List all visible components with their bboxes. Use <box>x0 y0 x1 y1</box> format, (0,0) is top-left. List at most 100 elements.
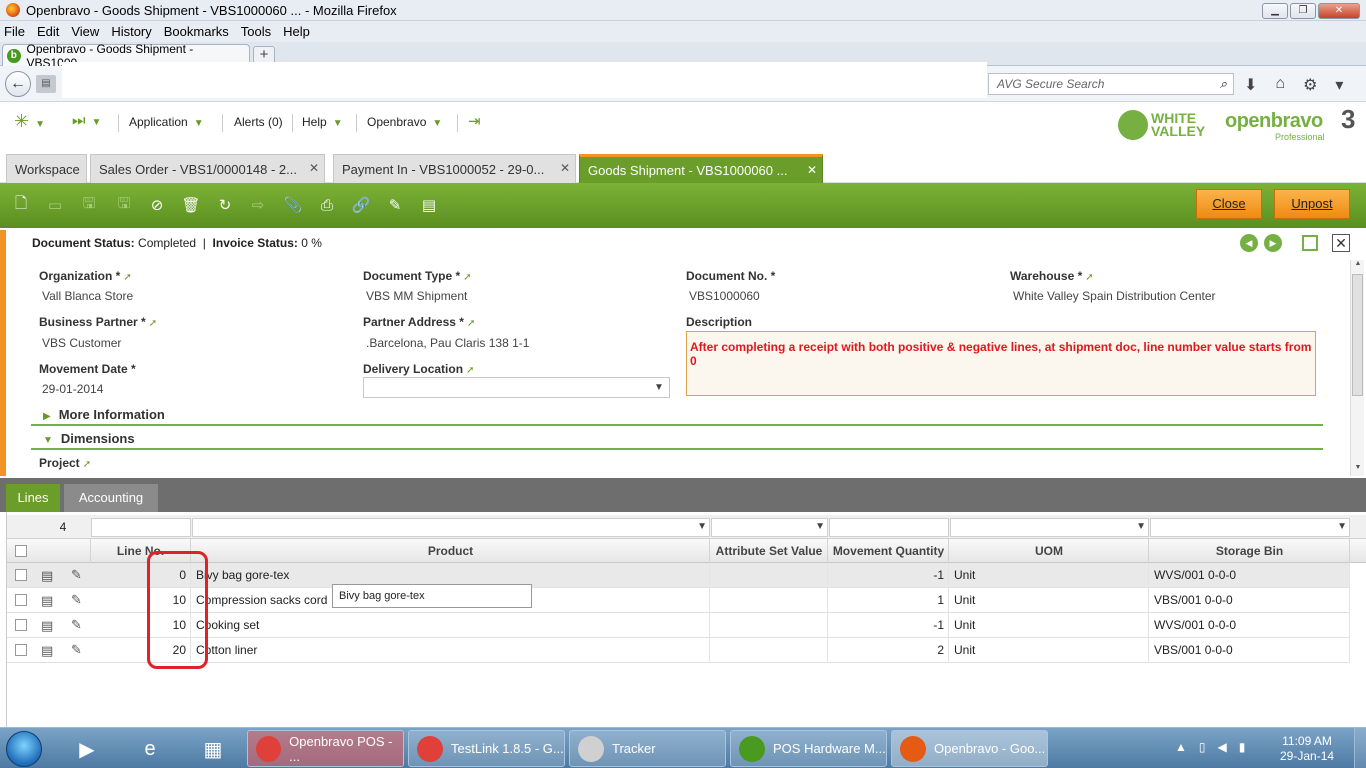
undo-icon[interactable]: ⊘ <box>145 193 169 217</box>
menu-view[interactable]: View <box>71 24 99 39</box>
filter-storage-bin[interactable]: ▼ <box>1150 518 1350 537</box>
table-row[interactable]: ▤ ✎ 10 Compression sacks cord 1 Unit VBS… <box>7 588 1350 613</box>
filter-product[interactable]: ▼ <box>192 518 710 537</box>
description-field[interactable]: After completing a receipt with both pos… <box>686 331 1316 396</box>
maximize-form-icon[interactable] <box>1302 235 1318 251</box>
menu-history[interactable]: History <box>111 24 151 39</box>
tab-goods-shipment[interactable]: Goods Shipment - VBS1000060 ... ✕ <box>579 154 823 183</box>
delete-icon[interactable]: 🗑 <box>179 193 203 217</box>
column-attribute-set-value[interactable]: Attribute Set Value <box>711 539 828 563</box>
home-icon[interactable]: ⌂ <box>1275 75 1285 95</box>
close-tab-icon[interactable]: ✕ <box>309 161 319 175</box>
back-arrow-icon[interactable]: ← <box>5 71 31 97</box>
menu-chevron-icon[interactable]: ▾ <box>1335 75 1343 95</box>
edit-pencil-icon[interactable]: ✎ <box>71 567 82 583</box>
logout-icon[interactable]: ⇥ <box>468 112 481 130</box>
taskbar-clock[interactable]: 11:09 AM 29-Jan-14 <box>1280 734 1334 764</box>
table-row[interactable]: ▤ ✎ 10 Cooking set -1 Unit WVS/001 0-0-0 <box>7 613 1350 638</box>
search-icon[interactable]: ⌕ <box>1220 76 1227 92</box>
movement-date-field[interactable]: 29-01-2014 <box>42 382 103 396</box>
form-view-icon[interactable]: ▤ <box>41 618 53 634</box>
organization-field[interactable]: Vall Blanca Store <box>42 289 133 303</box>
new-row-icon[interactable]: ▭ <box>43 193 67 217</box>
menu-bookmarks[interactable]: Bookmarks <box>164 24 229 39</box>
show-desktop-button[interactable] <box>1354 728 1366 768</box>
minimize-button[interactable]: ▁ <box>1262 3 1288 19</box>
filter-line-no[interactable] <box>91 518 191 537</box>
close-tab-icon[interactable]: ✕ <box>807 163 817 177</box>
column-movement-quantity[interactable]: Movement Quantity <box>829 539 949 563</box>
addon-icon[interactable]: ⚙ <box>1303 75 1317 95</box>
menu-file[interactable]: File <box>4 24 25 39</box>
form-view-icon[interactable]: ▤ <box>41 643 53 659</box>
refresh-icon[interactable]: ↻ <box>213 193 237 217</box>
recent-views-icon[interactable]: ⏭ ▼ <box>72 112 101 129</box>
warehouse-field[interactable]: White Valley Spain Distribution Center <box>1013 289 1216 303</box>
tray-expand-icon[interactable]: ▲ <box>1175 740 1187 754</box>
network-device-icon[interactable]: ▯ <box>1199 740 1206 754</box>
internet-explorer-icon[interactable]: e <box>125 732 175 766</box>
help-menu[interactable]: Help ▼ <box>302 115 343 129</box>
filter-uom[interactable]: ▼ <box>950 518 1149 537</box>
chevron-down-icon[interactable]: ▼ <box>651 380 667 395</box>
edit-pencil-icon[interactable]: ✎ <box>71 592 82 608</box>
filter-attribute[interactable]: ▼ <box>711 518 828 537</box>
close-tab-icon[interactable]: ✕ <box>560 161 570 175</box>
taskbar-tracker[interactable]: Tracker <box>569 730 726 767</box>
new-document-icon[interactable]: 🗋 <box>9 193 33 217</box>
link-icon[interactable]: 🔗 <box>349 193 373 217</box>
column-product[interactable]: Product <box>192 539 710 563</box>
audit-icon[interactable]: ✎ <box>383 193 407 217</box>
taskbar-pos-hardware[interactable]: POS Hardware M... <box>730 730 887 767</box>
grid-view-icon[interactable]: ▤ <box>417 193 441 217</box>
taskbar-openbravo-pos[interactable]: Openbravo POS - ... <box>247 730 404 767</box>
edit-pencil-icon[interactable]: ✎ <box>71 617 82 633</box>
table-row[interactable]: ▤ ✎ 0 Bivy bag gore-tex -1 Unit WVS/001 … <box>7 563 1350 588</box>
url-bar[interactable] <box>62 62 987 98</box>
form-scrollbar[interactable]: ▲ ▼ <box>1350 260 1364 476</box>
unpost-button[interactable]: Unpost <box>1274 189 1350 219</box>
save-close-icon[interactable]: 🖫 <box>112 193 136 217</box>
row-checkbox[interactable] <box>15 594 27 606</box>
start-button[interactable] <box>6 731 42 767</box>
more-information-section[interactable]: ▶ More Information <box>43 407 165 422</box>
application-menu[interactable]: Application ▼ <box>129 115 204 129</box>
tab-lines[interactable]: Lines <box>6 484 60 512</box>
print-icon[interactable]: ⎙ <box>315 193 339 217</box>
search-input[interactable]: AVG Secure Search ⌕ <box>988 73 1234 95</box>
openbravo-menu[interactable]: Openbravo ▼ <box>367 115 442 129</box>
column-storage-bin[interactable]: Storage Bin <box>1150 539 1350 563</box>
tab-sales-order[interactable]: Sales Order - VBS1/0000148 - 2... ✕ <box>90 154 325 183</box>
maximize-button[interactable]: ❐ <box>1290 3 1316 19</box>
partner-address-field[interactable]: .Barcelona, Pau Claris 138 1-1 <box>366 336 529 350</box>
document-type-field[interactable]: VBS MM Shipment <box>366 289 467 303</box>
column-uom[interactable]: UOM <box>950 539 1149 563</box>
edit-pencil-icon[interactable]: ✎ <box>71 642 82 658</box>
filter-quantity[interactable] <box>829 518 949 537</box>
row-checkbox[interactable] <box>15 569 27 581</box>
next-record-icon[interactable]: ▶ <box>1264 234 1282 252</box>
close-button[interactable]: Close <box>1196 189 1262 219</box>
close-window-button[interactable]: ✕ <box>1318 3 1360 19</box>
close-form-icon[interactable]: ✕ <box>1332 234 1350 252</box>
previous-record-icon[interactable]: ◀ <box>1240 234 1258 252</box>
signal-icon[interactable]: ▮ <box>1239 740 1246 754</box>
taskbar-openbravo-firefox[interactable]: Openbravo - Goo... <box>891 730 1048 767</box>
menu-edit[interactable]: Edit <box>37 24 59 39</box>
media-player-icon[interactable]: ▶ <box>62 732 112 766</box>
select-all-checkbox[interactable] <box>15 545 27 557</box>
delivery-location-select[interactable]: ▼ <box>363 377 670 398</box>
tab-workspace[interactable]: Workspace <box>6 154 87 183</box>
form-view-icon[interactable]: ▤ <box>41 568 53 584</box>
tab-accounting[interactable]: Accounting <box>64 484 158 512</box>
row-checkbox[interactable] <box>15 619 27 631</box>
save-icon[interactable]: 🖫 <box>77 193 101 217</box>
file-explorer-icon[interactable]: ▦ <box>188 732 238 766</box>
export-icon[interactable]: ⇨ <box>246 193 270 217</box>
document-no-field[interactable]: VBS1000060 <box>689 289 760 303</box>
taskbar-testlink[interactable]: TestLink 1.8.5 - G... <box>408 730 565 767</box>
volume-icon[interactable]: ◀ <box>1218 740 1227 754</box>
dimensions-section[interactable]: ▼ Dimensions <box>43 431 135 446</box>
business-partner-field[interactable]: VBS Customer <box>42 336 121 350</box>
tab-payment-in[interactable]: Payment In - VBS1000052 - 29-0... ✕ <box>333 154 576 183</box>
